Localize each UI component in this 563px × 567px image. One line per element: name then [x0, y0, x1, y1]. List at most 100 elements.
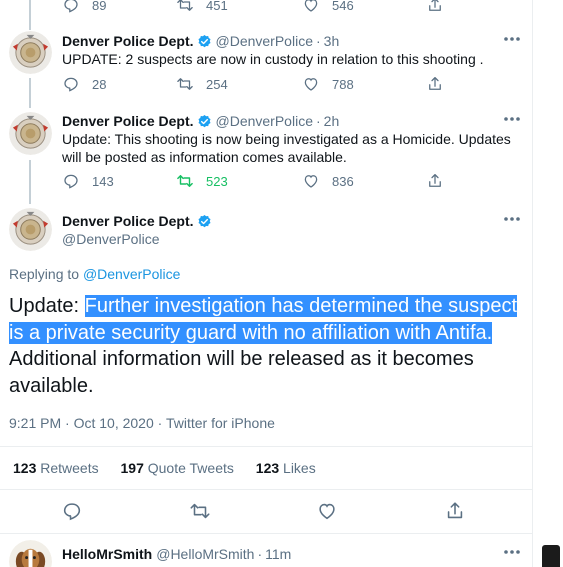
share-button[interactable] [426, 0, 444, 16]
tweet-header: HelloMrSmith @HelloMrSmith · 11m [62, 545, 291, 563]
display-name[interactable]: Denver Police Dept. [62, 33, 194, 49]
tweet-stats: 123 Retweets 197 Quote Tweets 123 Likes [13, 459, 334, 477]
tweet-timestamp[interactable]: 9:21 PM · Oct 10, 2020 [9, 415, 154, 431]
more-options-button[interactable] [503, 216, 521, 226]
share-icon [447, 502, 463, 519]
more-icon [504, 550, 520, 554]
verified-badge-icon [198, 114, 210, 128]
like-button[interactable]: 836 [302, 170, 354, 192]
heart-icon [304, 78, 318, 91]
separator-dot: · [315, 33, 321, 49]
police-badge-avatar-icon [9, 208, 52, 251]
police-badge-avatar-icon [9, 31, 52, 74]
display-name[interactable]: Denver Police Dept. [62, 113, 194, 129]
retweet-icon [177, 0, 193, 11]
verified-badge-icon [198, 214, 210, 228]
quote-tweets-label: Quote Tweets [147, 460, 234, 476]
handle[interactable]: @DenverPolice [62, 230, 159, 248]
quote-tweets-count: 197 [120, 460, 144, 476]
avatar[interactable] [9, 540, 52, 567]
main-tweet-actions [0, 500, 532, 524]
tweet-actions: 28 254 788 [52, 73, 472, 95]
police-badge-avatar-icon [9, 112, 52, 155]
like-button[interactable]: 546 [302, 0, 354, 16]
timestamp[interactable]: 2h [324, 113, 340, 129]
display-name[interactable]: Denver Police Dept. [62, 213, 194, 229]
likes-count: 123 [255, 460, 280, 476]
share-icon [429, 173, 441, 187]
avatar[interactable] [9, 31, 52, 74]
separator-dot: · [315, 113, 321, 129]
likes-label: Likes [283, 460, 316, 476]
share-button[interactable] [426, 170, 444, 192]
quote-tweets-stat[interactable]: 197 Quote Tweets [121, 459, 234, 477]
reply-count: 28 [92, 76, 107, 92]
display-name-line: Denver Police Dept. [62, 212, 212, 230]
more-icon [504, 37, 520, 41]
share-icon [429, 0, 441, 11]
right-rail [534, 0, 563, 567]
retweet-button[interactable]: 523 [176, 170, 228, 192]
reply-icon [64, 0, 78, 13]
replying-to-link[interactable]: @DenverPolice [83, 266, 180, 282]
tweet-thread: 89 451 546 Denver Police Dept. @DenverPol… [0, 0, 533, 567]
handle[interactable]: @DenverPolice [216, 113, 313, 129]
divider [0, 446, 532, 447]
more-options-button[interactable] [503, 36, 521, 46]
tweet-source[interactable]: Twitter for iPhone [166, 415, 275, 431]
display-name[interactable]: HelloMrSmith [62, 546, 152, 562]
reply-count: 143 [92, 173, 114, 189]
handle[interactable]: @HelloMrSmith [156, 546, 254, 562]
reply-button[interactable]: 28 [62, 73, 106, 95]
reply-icon [64, 77, 78, 92]
reply-button[interactable]: 143 [62, 170, 114, 192]
separator-dot: · [153, 415, 166, 431]
separator-dot: · [257, 546, 263, 562]
more-options-button[interactable] [503, 549, 521, 559]
divider [0, 533, 532, 534]
retweet-icon [190, 503, 210, 519]
replying-to-label: Replying to [9, 266, 80, 282]
tweet-meta: 9:21 PM · Oct 10, 2020 · Twitter for iPh… [9, 414, 275, 432]
verified-badge-icon [198, 34, 210, 48]
like-count: 836 [332, 173, 354, 189]
like-button[interactable]: 788 [302, 73, 354, 95]
timestamp[interactable]: 3h [324, 33, 340, 49]
replying-to: Replying to @DenverPolice [9, 265, 180, 283]
tweet-text: Update: This shooting is now being inves… [62, 131, 511, 165]
tweet-text: UPDATE: 2 suspects are now in custody in… [62, 51, 484, 67]
retweet-button[interactable]: 451 [176, 0, 228, 16]
thread-connector [29, 78, 31, 108]
like-button[interactable] [316, 500, 340, 524]
tweet-actions: 143 523 836 [52, 170, 472, 192]
retweets-stat[interactable]: 123 Retweets [13, 459, 99, 477]
like-count: 788 [332, 76, 354, 92]
more-options-button[interactable] [503, 116, 521, 126]
reply-count: 89 [92, 0, 107, 13]
likes-stat[interactable]: 123 Likes [256, 459, 316, 477]
avatar[interactable] [9, 208, 52, 251]
reply-button[interactable] [61, 500, 85, 524]
retweet-count: 523 [206, 173, 228, 189]
reply-icon [63, 503, 81, 521]
like-count: 546 [332, 0, 354, 13]
share-button[interactable] [444, 500, 468, 524]
more-icon [504, 217, 520, 221]
share-icon [429, 76, 441, 90]
retweet-count: 451 [206, 0, 228, 13]
timestamp[interactable]: 11m [265, 546, 291, 562]
tweet-header: Denver Police Dept. @DenverPolice · 2h [62, 112, 339, 130]
more-icon [504, 117, 520, 121]
reply-button[interactable]: 89 [62, 0, 106, 16]
selected-text: Further investigation has determined the… [9, 295, 518, 344]
retweets-count: 123 [13, 460, 37, 476]
main-tweet-text-end: Additional information will be released … [9, 348, 474, 397]
share-button[interactable] [426, 73, 444, 95]
retweet-icon [177, 78, 193, 90]
retweet-button[interactable]: 254 [176, 73, 228, 95]
avatar[interactable] [9, 112, 52, 155]
retweet-button[interactable] [189, 500, 213, 524]
divider [0, 489, 532, 490]
scrollbar-thumb[interactable] [542, 545, 560, 567]
handle[interactable]: @DenverPolice [216, 33, 313, 49]
